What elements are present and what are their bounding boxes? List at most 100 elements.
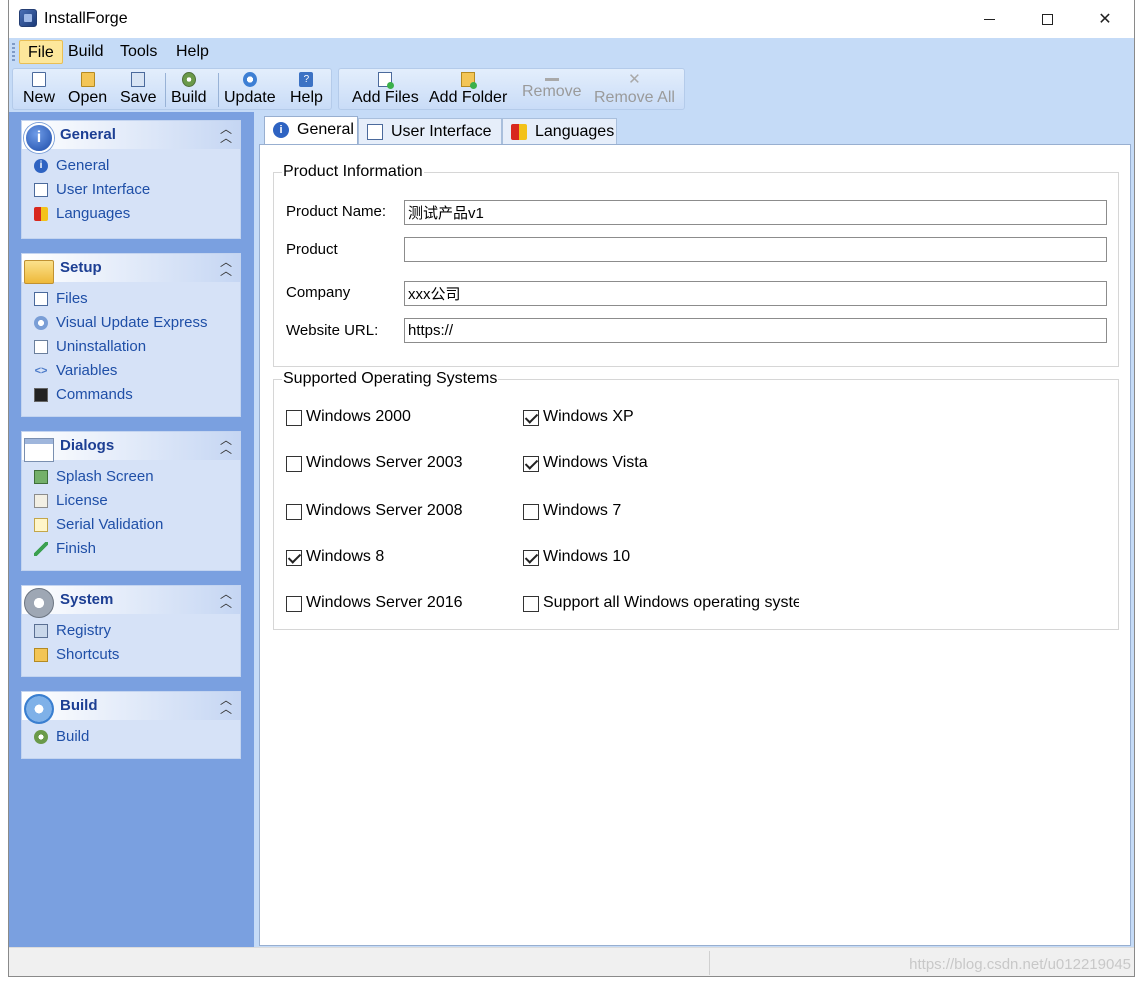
add-files-button[interactable]: Add Files <box>352 69 419 111</box>
checkbox-box[interactable] <box>523 456 539 472</box>
checkbox-support-all-windows[interactable]: Support all Windows operating systems <box>523 593 799 615</box>
product-information-group: Product Information Product Name: Produc… <box>273 163 1119 367</box>
menu-bar: File Build Tools Help <box>9 38 1134 66</box>
remove-all-button[interactable]: ✕ Remove All <box>594 69 675 111</box>
general-tab-page: Product Information Product Name: Produc… <box>259 144 1131 946</box>
sidebar-item-general[interactable]: i General <box>22 155 240 179</box>
menu-tools[interactable]: Tools <box>112 40 165 64</box>
checkbox-box[interactable] <box>286 504 302 520</box>
sidebar-item-files[interactable]: Files <box>22 288 240 312</box>
panel-general-header[interactable]: i General ︿ ︿ <box>22 121 240 153</box>
menu-build[interactable]: Build <box>60 40 112 64</box>
window-icon <box>367 124 383 140</box>
toolbar-separator <box>218 73 219 107</box>
sidebar-item-commands[interactable]: Commands <box>22 384 240 408</box>
collapse-chevron-icon[interactable]: ︿ ︿ <box>220 694 232 715</box>
website-url-input[interactable] <box>404 318 1107 343</box>
checkbox-box[interactable] <box>523 596 539 612</box>
website-url-label: Website URL: <box>286 322 379 339</box>
panel-setup-header[interactable]: Setup ︿ ︿ <box>22 254 240 284</box>
open-button[interactable]: Open <box>68 69 107 111</box>
sidebar-item-splash-screen[interactable]: Splash Screen <box>22 466 240 490</box>
sidebar-item-build[interactable]: Build <box>22 726 240 750</box>
save-icon <box>131 72 146 87</box>
folder-icon <box>24 260 54 284</box>
sidebar: i General ︿ ︿ i General User Interface Lan… <box>9 112 254 947</box>
panel-setup: Setup ︿ ︿ Files Visual Update Express Uni… <box>21 253 241 417</box>
registry-icon <box>34 624 48 638</box>
finish-flag-icon <box>34 542 48 556</box>
product-input[interactable] <box>404 237 1107 262</box>
company-label: Company <box>286 284 351 301</box>
tab-general[interactable]: i General <box>264 116 358 145</box>
sidebar-item-visual-update-express[interactable]: Visual Update Express <box>22 312 240 336</box>
collapse-chevron-icon[interactable]: ︿ ︿ <box>220 434 232 455</box>
title-bar: InstallForge ✕ <box>9 0 1134 38</box>
menu-help[interactable]: Help <box>168 40 217 64</box>
checkbox-box[interactable] <box>523 504 539 520</box>
checkbox-box[interactable] <box>286 456 302 472</box>
update-icon <box>34 316 48 330</box>
minimize-button[interactable] <box>960 0 1018 38</box>
add-folder-icon <box>461 72 478 89</box>
build-button[interactable]: Build <box>171 69 207 111</box>
collapse-chevron-icon[interactable]: ︿ ︿ <box>220 256 232 277</box>
app-window: InstallForge ✕ File Build Tools Help New… <box>8 0 1135 977</box>
checkbox-box[interactable] <box>286 410 302 426</box>
panel-dialogs: Dialogs ︿ ︿ Splash Screen License Serial … <box>21 431 241 571</box>
file-icon <box>34 292 48 306</box>
supported-os-legend: Supported Operating Systems <box>283 370 498 387</box>
console-icon <box>34 388 48 402</box>
main-toolbar: New Open Save Build Update ? Help <box>12 68 332 110</box>
panel-dialogs-header[interactable]: Dialogs ︿ ︿ <box>22 432 240 462</box>
gear-icon <box>34 730 48 744</box>
sidebar-item-shortcuts[interactable]: Shortcuts <box>22 644 240 668</box>
status-separator <box>709 951 710 975</box>
checkbox-box[interactable] <box>286 596 302 612</box>
supported-os-group: Supported Operating Systems Windows 2000… <box>273 370 1119 630</box>
panel-build-header[interactable]: Build ︿ ︿ <box>22 692 240 724</box>
serial-key-icon <box>34 518 48 532</box>
window-title: InstallForge <box>44 10 128 27</box>
menubar-grip[interactable] <box>12 43 15 61</box>
sidebar-item-languages[interactable]: Languages <box>22 203 240 227</box>
update-button[interactable]: Update <box>224 69 276 111</box>
sidebar-item-license[interactable]: License <box>22 490 240 514</box>
open-folder-icon <box>80 72 95 87</box>
variables-icon: <> <box>34 365 48 377</box>
sidebar-item-finish[interactable]: Finish <box>22 538 240 562</box>
tab-languages[interactable]: Languages <box>502 118 617 145</box>
add-file-icon <box>378 72 395 89</box>
save-button[interactable]: Save <box>120 69 156 111</box>
sidebar-item-serial-validation[interactable]: Serial Validation <box>22 514 240 538</box>
checkbox-box[interactable] <box>286 550 302 566</box>
panel-system-header[interactable]: System ︿ ︿ <box>22 586 240 618</box>
help-button[interactable]: ? Help <box>290 69 323 111</box>
remove-button[interactable]: Remove <box>522 69 582 111</box>
product-name-label: Product Name: <box>286 203 387 220</box>
checkbox-box[interactable] <box>523 410 539 426</box>
collapse-chevron-icon[interactable]: ︿ ︿ <box>220 123 232 144</box>
collapse-chevron-icon[interactable]: ︿ ︿ <box>220 588 232 609</box>
add-folder-button[interactable]: Add Folder <box>429 69 507 111</box>
panel-system: System ︿ ︿ Registry Shortcuts <box>21 585 241 677</box>
tab-user-interface[interactable]: User Interface <box>358 118 502 145</box>
info-icon: i <box>273 122 289 138</box>
watermark-text: https://blog.csdn.net/u012219045 <box>909 956 1131 973</box>
close-button[interactable]: ✕ <box>1076 0 1134 38</box>
product-information-legend: Product Information <box>283 163 423 180</box>
sidebar-item-variables[interactable]: <> Variables <box>22 360 240 384</box>
gear-icon <box>181 72 196 87</box>
sidebar-item-registry[interactable]: Registry <box>22 620 240 644</box>
checkbox-box[interactable] <box>523 550 539 566</box>
sidebar-item-uninstallation[interactable]: Uninstallation <box>22 336 240 360</box>
panel-general: i General ︿ ︿ i General User Interface Lan… <box>21 120 241 239</box>
maximize-button[interactable] <box>1018 0 1076 38</box>
new-button[interactable]: New <box>23 69 55 111</box>
license-document-icon <box>34 494 48 508</box>
company-input[interactable] <box>404 281 1107 306</box>
menu-file[interactable]: File <box>19 40 63 64</box>
product-name-input[interactable] <box>404 200 1107 225</box>
panel-build: Build ︿ ︿ Build <box>21 691 241 759</box>
sidebar-item-user-interface[interactable]: User Interface <box>22 179 240 203</box>
